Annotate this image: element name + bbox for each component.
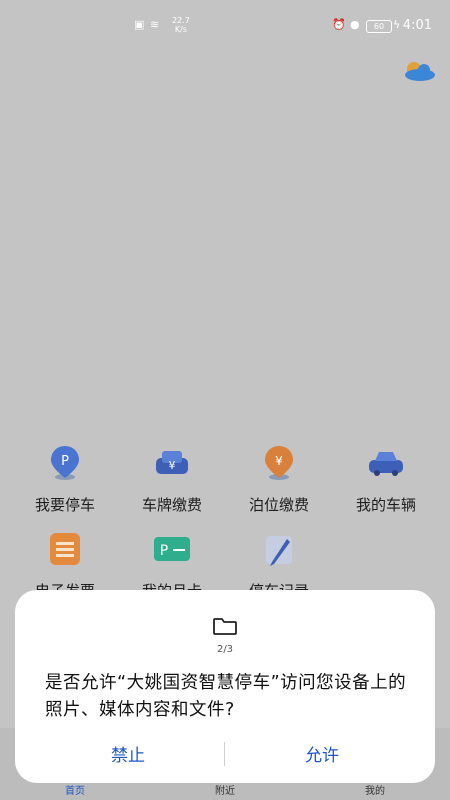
monthly-card-icon: P [154, 537, 190, 561]
page-indicator: 2/3 [216, 644, 234, 655]
tab-mine[interactable]: 我的 [335, 782, 415, 797]
car-yuan-icon: ¥ [156, 451, 188, 474]
grid-item-my-car[interactable]: 我的车辆 [331, 440, 441, 520]
parking-pin-icon: P [51, 446, 79, 480]
grid-item-plate-pay[interactable]: ¥ 车牌缴费 [117, 440, 227, 520]
grid-item-label: 泊位缴费 [248, 496, 309, 514]
permission-dialog: 2/3 是否允许“大姚国资智慧停车”访问您设备上的照片、媒体内容和文件? 禁止 … [15, 590, 435, 783]
grid-item-label: 我要停车 [34, 496, 95, 514]
folder-icon [213, 618, 237, 635]
battery-indicator: 60 [366, 20, 392, 33]
location-icon: ● [350, 18, 360, 31]
partly-cloudy-icon [405, 62, 435, 81]
grid-item-label: 车牌缴费 [141, 496, 202, 514]
clock: 4:01 [402, 18, 432, 33]
invoice-icon [50, 533, 80, 565]
notification-icon: ▣ [134, 18, 145, 31]
svg-text:¥: ¥ [169, 459, 176, 472]
svg-text:P: P [160, 543, 168, 559]
status-bar: ▣ ≋ 22.7 K/s ⏰ ● 60 ϟ 4:01 [0, 0, 450, 52]
tab-nearby[interactable]: 附近 [185, 782, 265, 797]
app-screen: ▣ ≋ 22.7 K/s ⏰ ● 60 ϟ 4:01 P 我要停车 ¥ 车牌缴费… [0, 0, 450, 800]
grid-item-label: 我的车辆 [355, 496, 416, 514]
car-icon [369, 452, 403, 476]
svg-text:P: P [61, 454, 69, 469]
allow-button[interactable]: 允许 [227, 740, 417, 772]
yuan-pin-icon: ¥ [265, 446, 293, 480]
tab-home[interactable]: 首页 [35, 782, 115, 797]
grid-item-park[interactable]: P 我要停车 [10, 440, 120, 520]
record-pencil-icon [266, 536, 292, 566]
button-divider [224, 742, 225, 766]
net-speed: 22.7 K/s [172, 16, 190, 34]
deny-button[interactable]: 禁止 [33, 740, 223, 772]
grid-item-berth-pay[interactable]: ¥ 泊位缴费 [224, 440, 334, 520]
permission-message: 是否允许“大姚国资智慧停车”访问您设备上的照片、媒体内容和文件? [45, 673, 407, 720]
alarm-icon: ⏰ [332, 18, 346, 31]
svg-text:¥: ¥ [275, 454, 283, 468]
wifi-icon: ≋ [150, 18, 160, 31]
